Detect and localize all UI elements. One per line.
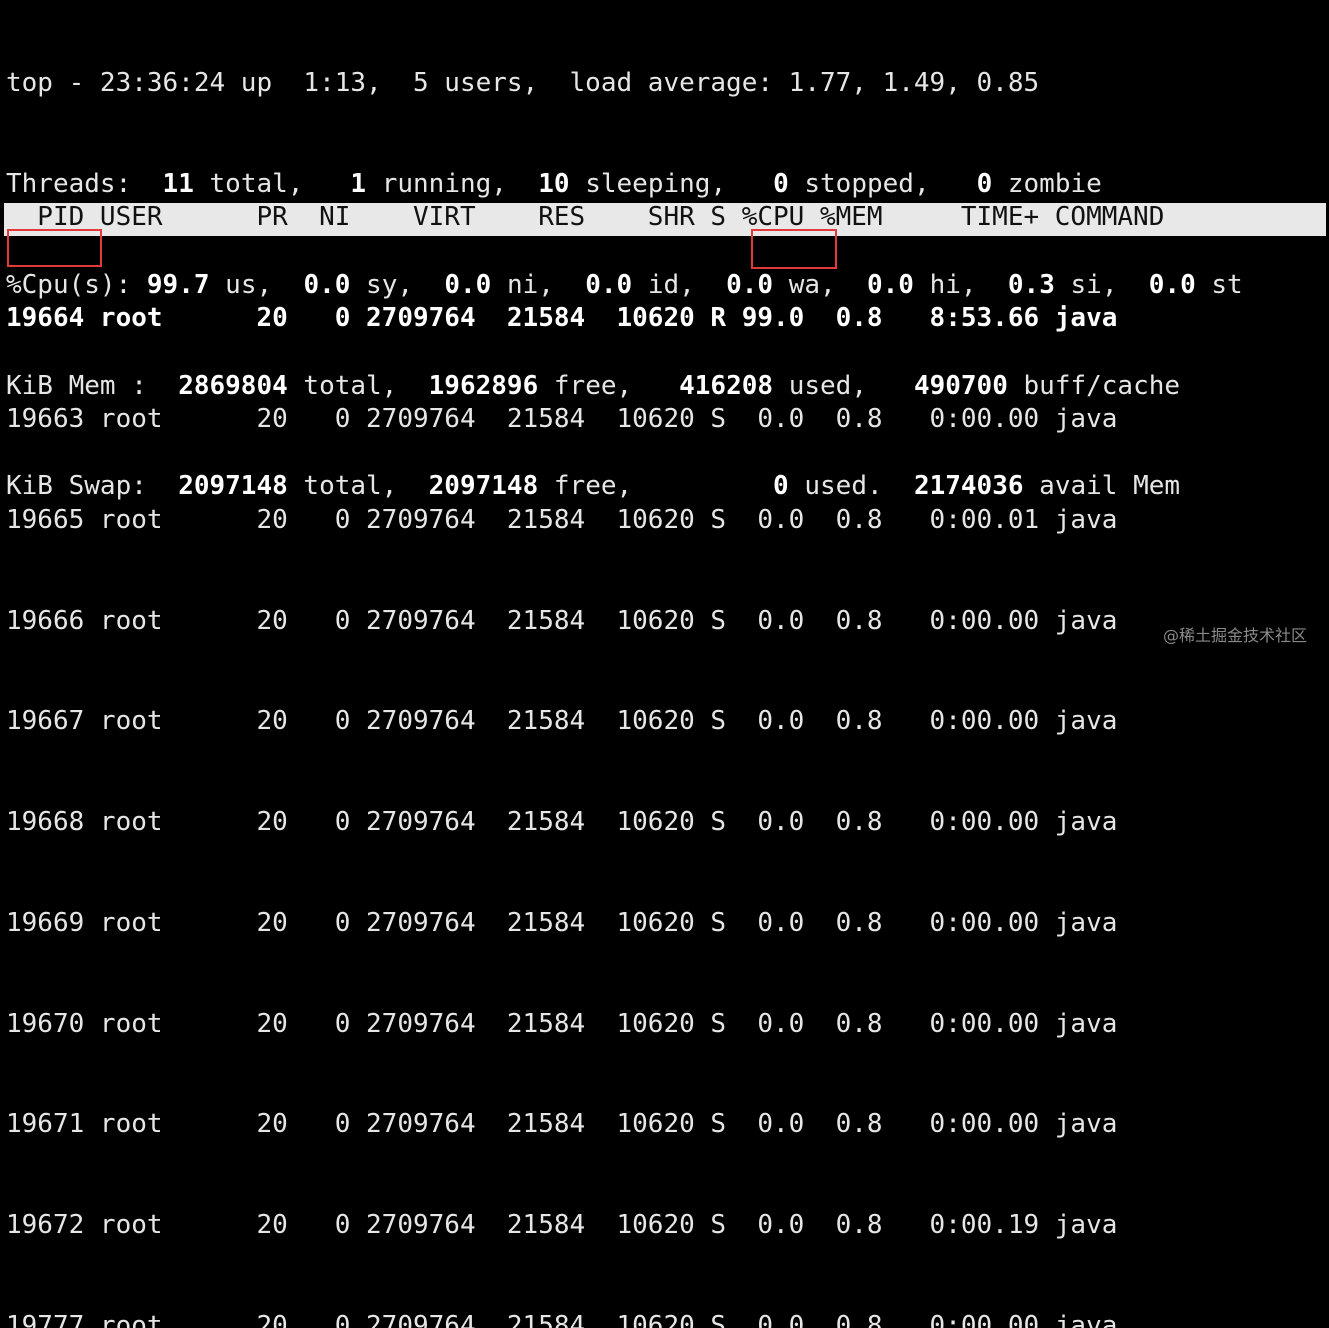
threads-stopped-label: stopped, bbox=[788, 168, 977, 199]
threads-running-label: running, bbox=[366, 168, 539, 199]
table-row[interactable]: 19668 root 20 0 2709764 21584 10620 S 0.… bbox=[6, 806, 1117, 840]
table-row[interactable]: 19665 root 20 0 2709764 21584 10620 S 0.… bbox=[6, 504, 1117, 538]
cpu-st: 0.0 bbox=[1148, 269, 1196, 300]
table-row[interactable]: 19664 root 20 0 2709764 21584 10620 R 99… bbox=[6, 302, 1117, 336]
threads-line: Threads: 11 total, 1 running, 10 sleepin… bbox=[6, 168, 1326, 202]
table-row[interactable]: 19663 root 20 0 2709764 21584 10620 S 0.… bbox=[6, 403, 1117, 437]
table-row[interactable]: 19672 root 20 0 2709764 21584 10620 S 0.… bbox=[6, 1209, 1117, 1243]
uptime-line: top - 23:36:24 up 1:13, 5 users, load av… bbox=[6, 68, 1040, 99]
threads-total-label: total, bbox=[193, 168, 351, 199]
table-row[interactable]: 19671 root 20 0 2709764 21584 10620 S 0.… bbox=[6, 1108, 1117, 1142]
table-row[interactable]: 19667 root 20 0 2709764 21584 10620 S 0.… bbox=[6, 705, 1117, 739]
table-row[interactable]: 19670 root 20 0 2709764 21584 10620 S 0.… bbox=[6, 1008, 1117, 1042]
threads-stopped: 0 bbox=[773, 168, 789, 199]
table-row[interactable]: 19669 root 20 0 2709764 21584 10620 S 0.… bbox=[6, 907, 1117, 941]
threads-total: 11 bbox=[162, 168, 194, 199]
table-row[interactable]: 19777 root 20 0 2709764 21584 10620 S 0.… bbox=[6, 1310, 1117, 1328]
cpu-highlight-box bbox=[751, 229, 837, 269]
threads-zombie: 0 bbox=[976, 168, 993, 199]
pid-highlight-box bbox=[7, 229, 102, 267]
threads-label: Threads: bbox=[6, 168, 147, 199]
cpu-st-label: st bbox=[1195, 269, 1243, 300]
process-table: 19664 root 20 0 2709764 21584 10620 R 99… bbox=[6, 235, 1117, 1328]
threads-sleeping: 10 bbox=[538, 168, 570, 199]
threads-running: 1 bbox=[350, 168, 367, 199]
watermark-text: @稀土掘金技术社区 bbox=[1162, 626, 1307, 645]
threads-sleeping-label: sleeping, bbox=[569, 168, 774, 199]
threads-zombie-label: zombie bbox=[992, 168, 1102, 199]
table-row[interactable]: 19666 root 20 0 2709764 21584 10620 S 0.… bbox=[6, 605, 1117, 639]
table-header: PID USER PR NI VIRT RES SHR S %CPU %MEM … bbox=[6, 202, 1165, 232]
